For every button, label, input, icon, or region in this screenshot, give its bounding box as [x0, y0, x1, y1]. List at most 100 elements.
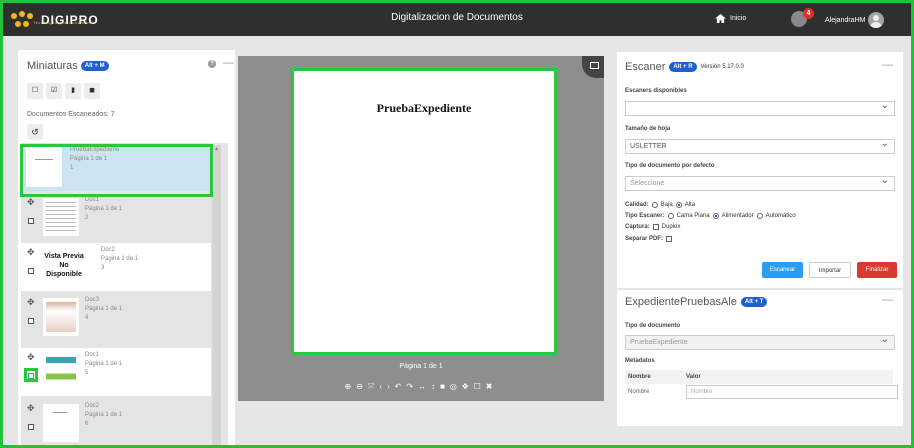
- help-icon[interactable]: ?: [208, 60, 216, 68]
- thumbnail-name: Doc2: [85, 403, 100, 409]
- thumbnails-panel: Miniaturas Alt + M ? — ☐ ☑ ▮ ◼ Documento…: [18, 50, 235, 445]
- doc-type-select[interactable]: Seleccione: [625, 174, 895, 191]
- undo-icon[interactable]: ↺: [27, 124, 43, 140]
- split-pdf-checkbox[interactable]: [666, 236, 673, 242]
- collapse-icon[interactable]: —: [882, 59, 893, 71]
- thumbnail-index: 3: [101, 265, 105, 271]
- thumbnail-image: [43, 353, 79, 391]
- metadata-label: Metadatos: [625, 358, 655, 364]
- shortcut-badge: Alt + T: [740, 297, 768, 307]
- no-preview-label: Vista Previa No Disponible: [44, 253, 84, 278]
- nav-home-link[interactable]: Inicio: [715, 14, 746, 23]
- viewer-toolbar: ⊕⊖⤧‹›↶↷↔↕■◎✥☐✖: [238, 382, 604, 392]
- thumbnail-item[interactable]: ✥ Doc1 Página 1 de 1 5: [21, 348, 211, 396]
- thumbnail-checkbox[interactable]: [28, 268, 34, 274]
- document-page: PruebaExpediente: [291, 68, 557, 355]
- move-icon[interactable]: ✥: [27, 352, 35, 363]
- page-heading: PruebaExpediente: [376, 101, 472, 115]
- duplex-checkbox[interactable]: [652, 224, 659, 230]
- thumbnail-checkbox[interactable]: [28, 424, 34, 430]
- thumbnail-info: Doc1 Página 1 de 1 5: [85, 351, 122, 378]
- finish-button[interactable]: Finalizar: [857, 262, 897, 278]
- move-icon[interactable]: ✥: [27, 403, 35, 414]
- capture-label: Captura:: [625, 224, 650, 230]
- scanner-title-text: Escaner: [625, 61, 666, 73]
- capture-row: Captura: Duplex: [625, 224, 680, 230]
- target-icon[interactable]: ◎: [450, 382, 462, 391]
- thumbnail-scrollbar[interactable]: [212, 145, 221, 445]
- thumbnail-index: 6: [85, 421, 89, 427]
- trash-icon[interactable]: ▮: [65, 83, 81, 99]
- zoom-in-icon[interactable]: ⊕: [345, 382, 357, 391]
- move-icon[interactable]: ✥: [27, 197, 35, 208]
- thumbnail-page: Página 1 de 1: [85, 206, 123, 212]
- shortcut-badge: Alt + M: [80, 61, 109, 71]
- type-flatbed-radio[interactable]: [667, 213, 674, 219]
- sheet-size-select[interactable]: USLETTER: [625, 137, 895, 154]
- monitor-icon[interactable]: [582, 56, 604, 78]
- page-icon[interactable]: ■: [440, 382, 450, 391]
- thumbnail-name: Doc1: [85, 352, 100, 358]
- exp-doc-type-label: Tipo de documento: [625, 323, 681, 329]
- type-feeder-radio[interactable]: [712, 213, 719, 219]
- select-all-icon[interactable]: ☑: [46, 83, 62, 99]
- scanners-select[interactable]: [625, 99, 895, 116]
- shortcut-badge: Alt + R: [669, 62, 697, 72]
- expediente-title: ExpedientePruebasAle Alt + T: [625, 296, 768, 308]
- scan-button[interactable]: Escanear: [762, 262, 803, 278]
- thumbnail-image: [43, 404, 79, 442]
- crop-icon[interactable]: ☐: [474, 382, 486, 391]
- home-icon: [715, 14, 726, 23]
- import-button[interactable]: Importar: [809, 262, 851, 278]
- thumbnail-item[interactable]: ✥ Doc1 Página 1 de 1 2: [21, 193, 211, 241]
- move-icon[interactable]: ✥: [27, 297, 35, 308]
- thumbnail-image: [43, 198, 79, 236]
- fit-width-icon[interactable]: ↔: [418, 382, 431, 391]
- scanners-label: Escaners disponibles: [625, 88, 687, 94]
- fit-height-icon[interactable]: ↕: [431, 382, 440, 391]
- quality-low-radio[interactable]: [651, 202, 658, 208]
- scroll-up-icon[interactable]: ▲: [214, 146, 219, 152]
- collapse-icon[interactable]: —: [882, 294, 893, 306]
- thumbnail-index: 4: [85, 315, 89, 321]
- select-none-icon[interactable]: ☐: [27, 83, 43, 99]
- quality-high-radio[interactable]: [675, 202, 682, 208]
- thumbnail-name: Doc2: [101, 247, 116, 253]
- thumbnail-item[interactable]: ✥ Doc2 Página 1 de 1 6: [21, 399, 211, 445]
- zoom-out-icon[interactable]: ⊖: [356, 382, 368, 391]
- thumbnail-item[interactable]: ✥ Doc3 Página 1 de 1 4: [21, 293, 211, 341]
- type-auto-radio[interactable]: [756, 213, 763, 219]
- exp-doc-type-select[interactable]: PruebaExpediente: [625, 333, 895, 350]
- metadata-header: Nombre Valor: [625, 370, 893, 384]
- prev-page-icon[interactable]: ‹: [379, 382, 387, 391]
- thumbnail-page: Página 1 de 1: [85, 412, 123, 418]
- nav-home-label: Inicio: [730, 15, 747, 22]
- sheet-size-label: Tamaño de hoja: [625, 126, 671, 132]
- file-icon[interactable]: ◼: [84, 83, 100, 99]
- doc-type-label: Tipo de documento por defecto: [625, 163, 715, 169]
- top-bar: DIGIPRO Tecnología que transforma Digita…: [3, 3, 911, 36]
- move-icon[interactable]: ✥: [462, 382, 474, 391]
- thumbnail-checkbox[interactable]: [28, 218, 34, 224]
- user-name: AlejandraHM: [825, 16, 866, 24]
- rotate-right-icon[interactable]: ↷: [406, 382, 418, 391]
- version-label: Versión 5.17.0.0: [700, 64, 744, 70]
- expediente-panel: ExpedientePruebasAle Alt + T — Tipo de d…: [617, 290, 903, 426]
- collapse-icon[interactable]: —: [223, 57, 234, 69]
- quality-low-label: Baja: [660, 202, 673, 208]
- col-name: Nombre: [628, 374, 651, 380]
- thumbnail-name: Doc1: [85, 197, 100, 203]
- value-input[interactable]: Nombre: [686, 385, 898, 399]
- rotate-left-icon[interactable]: ↶: [395, 382, 407, 391]
- fit-icon[interactable]: ⤧: [368, 382, 379, 391]
- notification-badge: 4: [803, 8, 814, 19]
- avatar: [868, 12, 885, 28]
- type-feeder-label: Alimentador: [721, 213, 754, 219]
- move-icon[interactable]: ✥: [27, 247, 35, 258]
- next-page-icon[interactable]: ›: [387, 382, 395, 391]
- close-icon[interactable]: ✖: [486, 382, 498, 391]
- user-menu[interactable]: AlejandraHM: [825, 12, 885, 28]
- table-row: Nombre Nombre: [625, 385, 898, 400]
- thumbnail-item[interactable]: ✥ Vista Previa No Disponible Doc2 Página…: [21, 243, 211, 291]
- thumbnail-checkbox[interactable]: [28, 318, 34, 324]
